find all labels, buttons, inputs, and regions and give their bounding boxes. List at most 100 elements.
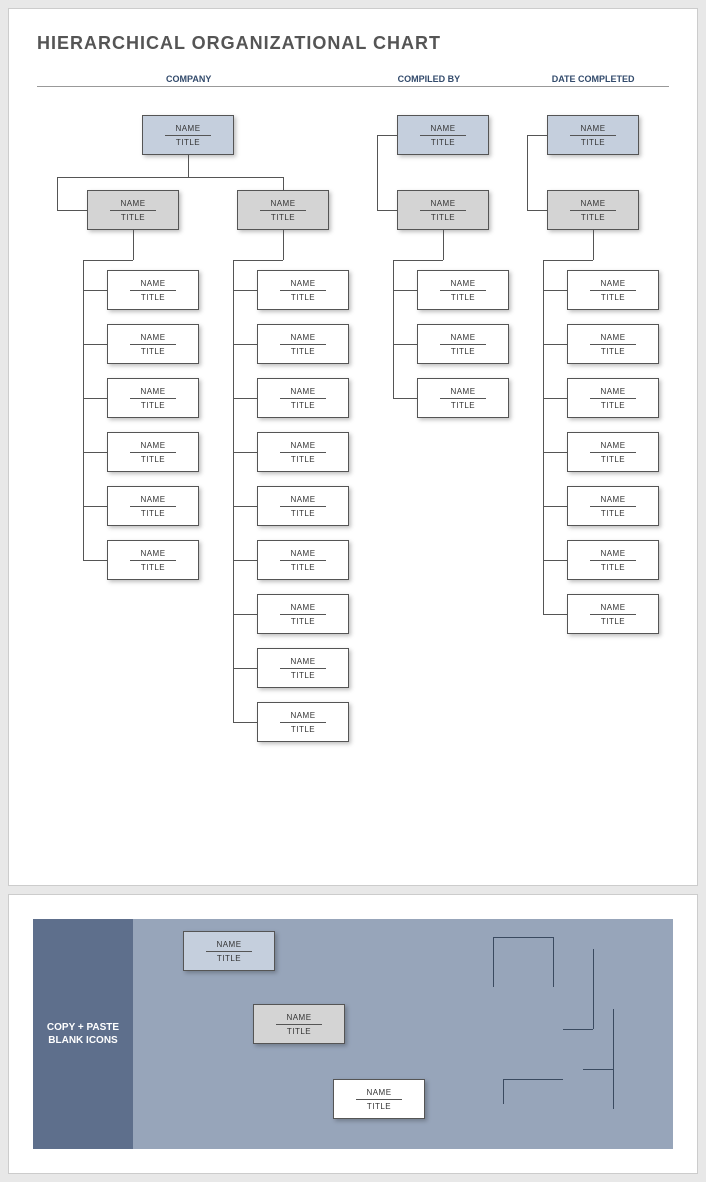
box-title: TITLE xyxy=(581,138,605,147)
staff-box-1-5[interactable]: NAMETITLE xyxy=(107,540,199,580)
staff-box-2-6[interactable]: NAMETITLE xyxy=(257,594,349,634)
box-title: TITLE xyxy=(601,401,625,410)
staff-box-2-0[interactable]: NAMETITLE xyxy=(257,270,349,310)
box-title: TITLE xyxy=(431,138,455,147)
box-title: TITLE xyxy=(121,213,145,222)
panel-icons-area: NAMETITLENAMETITLENAMETITLE xyxy=(133,919,673,1149)
box-title: TITLE xyxy=(291,563,315,572)
box-name: NAME xyxy=(440,332,485,345)
box-name: NAME xyxy=(570,123,615,136)
box-title: TITLE xyxy=(431,213,455,222)
top-box-A3[interactable]: NAME TITLE xyxy=(397,115,489,155)
connector-line xyxy=(57,177,283,178)
connector-line xyxy=(543,398,567,399)
box-name: NAME xyxy=(280,710,325,723)
staff-box-2-1[interactable]: NAMETITLE xyxy=(257,324,349,364)
box-title: TITLE xyxy=(287,1027,311,1036)
box-name: NAME xyxy=(280,494,325,507)
box-name: NAME xyxy=(260,198,305,211)
box-title: TITLE xyxy=(451,401,475,410)
manager-box-B4[interactable]: NAMETITLE xyxy=(547,190,639,230)
top-box-A4[interactable]: NAME TITLE xyxy=(547,115,639,155)
box-title: TITLE xyxy=(141,293,165,302)
staff-box-3-0[interactable]: NAME TITLE xyxy=(417,270,509,310)
staff-box-2-4[interactable]: NAME TITLE xyxy=(257,486,349,526)
sample-box-white[interactable]: NAMETITLE xyxy=(333,1079,425,1119)
manager-box-B3[interactable]: NAME TITLE xyxy=(397,190,489,230)
box-title: TITLE xyxy=(291,509,315,518)
box-name: NAME xyxy=(440,278,485,291)
manager-box-B1[interactable]: NAME TITLE xyxy=(87,190,179,230)
top-box-A1[interactable]: NAMETITLE xyxy=(142,115,234,155)
box-title: TITLE xyxy=(291,293,315,302)
connector-line xyxy=(283,177,284,190)
staff-box-4-6[interactable]: NAMETITLE xyxy=(567,594,659,634)
connector-line xyxy=(543,344,567,345)
sample-box-blue[interactable]: NAMETITLE xyxy=(183,931,275,971)
staff-box-2-8[interactable]: NAMETITLE xyxy=(257,702,349,742)
box-name: NAME xyxy=(130,440,175,453)
staff-box-4-2[interactable]: NAMETITLE xyxy=(567,378,659,418)
staff-box-4-4[interactable]: NAME TITLE xyxy=(567,486,659,526)
box-name: NAME xyxy=(110,198,155,211)
connector-line xyxy=(233,614,257,615)
staff-box-4-0[interactable]: NAME TITLE xyxy=(567,270,659,310)
staff-box-3-2[interactable]: NAMETITLE xyxy=(417,378,509,418)
box-title: TITLE xyxy=(141,563,165,572)
staff-box-4-3[interactable]: NAMETITLE xyxy=(567,432,659,472)
staff-box-1-0[interactable]: NAMETITLE xyxy=(107,270,199,310)
connector-line xyxy=(233,290,257,291)
staff-box-2-2[interactable]: NAMETITLE xyxy=(257,378,349,418)
sample-box-grey[interactable]: NAMETITLE xyxy=(253,1004,345,1044)
box-name: NAME xyxy=(590,494,635,507)
box-title: TITLE xyxy=(451,347,475,356)
sample-connector xyxy=(493,937,494,987)
staff-box-2-7[interactable]: NAMETITLE xyxy=(257,648,349,688)
box-name: NAME xyxy=(420,123,465,136)
connector-line xyxy=(377,210,397,211)
connector-line xyxy=(377,135,397,136)
box-title: TITLE xyxy=(291,347,315,356)
connector-line xyxy=(593,230,594,260)
box-title: TITLE xyxy=(451,293,475,302)
connector-line xyxy=(83,260,133,261)
box-name: NAME xyxy=(130,494,175,507)
manager-box-B2[interactable]: NAMETITLE xyxy=(237,190,329,230)
box-name: NAME xyxy=(206,939,251,952)
sample-connector xyxy=(553,937,554,987)
connector-line xyxy=(188,155,189,177)
connector-line xyxy=(233,260,283,261)
sample-connector xyxy=(583,1069,613,1070)
box-title: TITLE xyxy=(141,455,165,464)
box-name: NAME xyxy=(590,278,635,291)
chart-area: NAME TITLE NAME TITLE NAME TITLE NAME TITLE NAME… xyxy=(37,115,677,855)
staff-box-4-1[interactable]: NAMETITLE xyxy=(567,324,659,364)
box-name: NAME xyxy=(420,198,465,211)
box-name: NAME xyxy=(280,602,325,615)
connector-line xyxy=(543,506,567,507)
box-name: NAME xyxy=(590,548,635,561)
header-compiled-by: COMPILED BY xyxy=(340,74,517,84)
connector-line xyxy=(393,398,417,399)
staff-box-1-4[interactable]: NAMETITLE xyxy=(107,486,199,526)
box-title: TITLE xyxy=(367,1102,391,1111)
box-name: NAME xyxy=(590,602,635,615)
connector-line xyxy=(527,210,547,211)
sample-connector xyxy=(503,1079,504,1104)
staff-box-1-2[interactable]: NAMETITLE xyxy=(107,378,199,418)
connector-line xyxy=(233,506,257,507)
page-title: HIERARCHICAL ORGANIZATIONAL CHART xyxy=(37,33,669,54)
box-name: NAME xyxy=(130,386,175,399)
staff-box-4-5[interactable]: NAMETITLE xyxy=(567,540,659,580)
icons-page: COPY + PASTE BLANK ICONS NAMETITLENAMETI… xyxy=(8,894,698,1174)
box-title: TITLE xyxy=(601,293,625,302)
staff-box-1-3[interactable]: NAME TITLE xyxy=(107,432,199,472)
connector-line xyxy=(233,722,257,723)
connector-line xyxy=(443,230,444,260)
connector-line xyxy=(233,452,257,453)
box-title: TITLE xyxy=(601,509,625,518)
staff-box-1-1[interactable]: NAMETITLE xyxy=(107,324,199,364)
staff-box-3-1[interactable]: NAME TITLE xyxy=(417,324,509,364)
staff-box-2-3[interactable]: NAMETITLE xyxy=(257,432,349,472)
staff-box-2-5[interactable]: NAMETITLE xyxy=(257,540,349,580)
